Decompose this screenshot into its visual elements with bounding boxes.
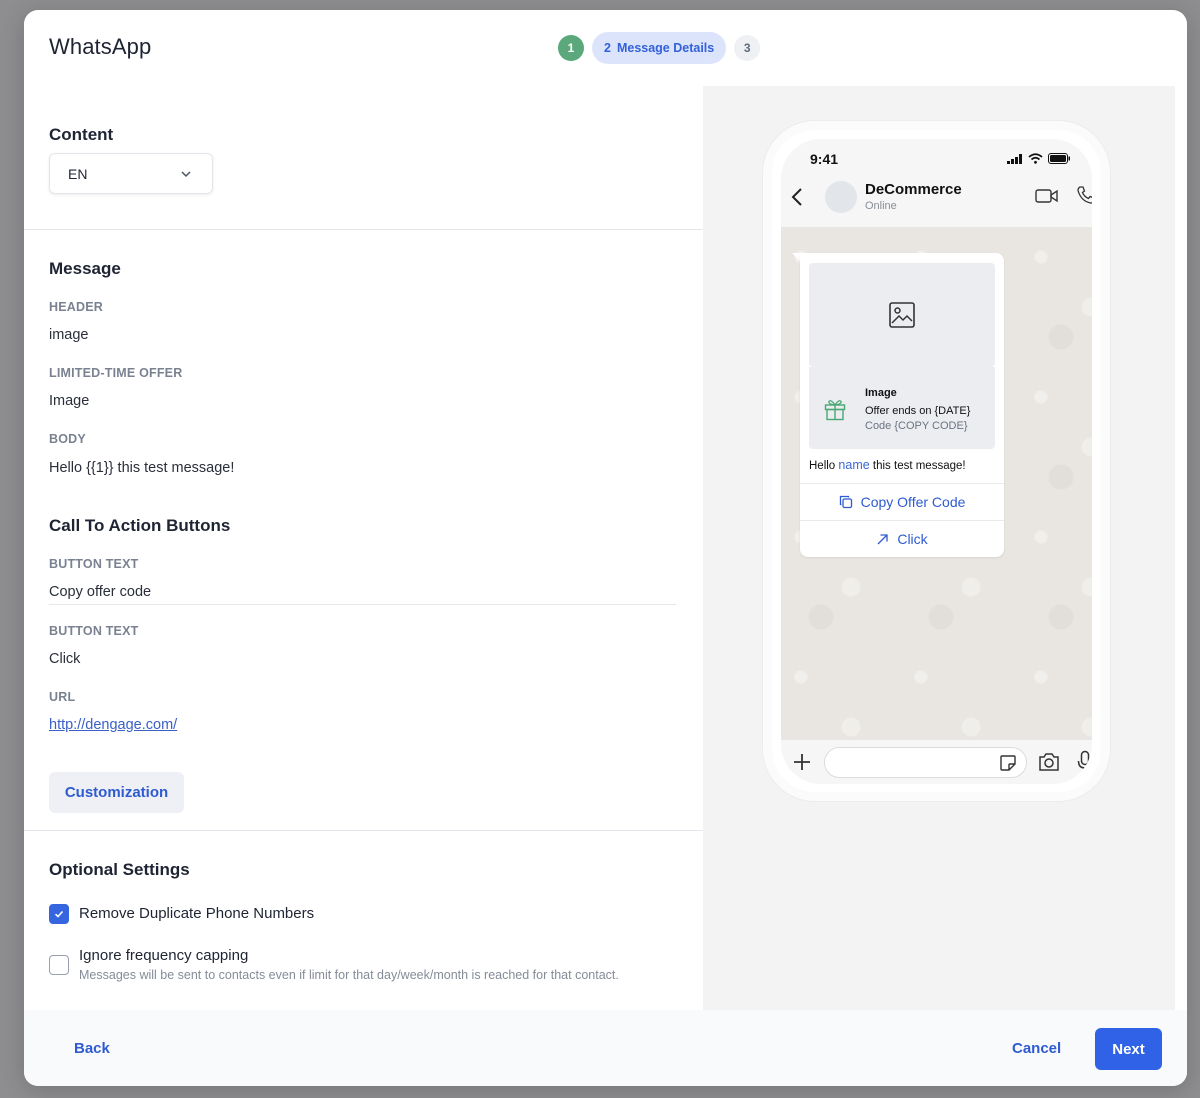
phone-mockup: 9:41 DeCommerce Online Image Offer ends … [763,121,1110,801]
phone-screen: 9:41 DeCommerce Online Image Offer ends … [781,139,1092,784]
step-3-number: 3 [743,41,751,55]
ignore-capping-description: Messages will be sent to contacts even i… [79,968,619,982]
signal-icon [1007,153,1022,164]
url-value: http://dengage.com/ [49,717,177,733]
divider [49,604,676,605]
optional-title: Optional Settings [49,860,190,879]
form-panel: Content EN Message HEADER image LIMITED-… [24,86,703,1010]
body-label: BODY [49,432,86,446]
header-value: image [49,327,89,343]
button-text-label-1: BUTTON TEXT [49,557,139,571]
language-select[interactable]: EN [49,153,213,194]
copy-offer-code-label: Copy Offer Code [860,494,966,510]
step-1[interactable]: 1 [558,35,584,61]
ignore-capping-row: Ignore frequency capping Messages will b… [49,947,619,982]
ignore-capping-checkbox[interactable] [49,955,69,975]
status-bar: 9:41 [781,139,1092,179]
chat-header: DeCommerce Online [781,179,1092,227]
contact-status: Online [865,200,897,212]
chat-input-bar [781,739,1092,784]
cancel-button[interactable]: Cancel [1012,1040,1061,1057]
remove-duplicates-row: Remove Duplicate Phone Numbers [49,904,314,924]
customization-button[interactable]: Customization [49,772,184,813]
body-value: Hello {{1}} this test message! [49,460,235,476]
url-label: URL [49,690,76,704]
limited-offer-box: Image Offer ends on {DATE} Code {COPY CO… [809,367,995,449]
battery-icon [1048,153,1070,164]
external-link-icon [877,533,888,544]
phone-call-icon[interactable] [1076,185,1092,205]
stepper: 1 2 Message Details 3 [558,32,761,64]
step-2-message-details[interactable]: 2 Message Details [592,32,727,64]
back-chevron-icon[interactable] [791,187,803,207]
offer-value: Image [49,393,90,409]
click-url-button[interactable]: Click [800,521,1004,557]
message-bubble: Image Offer ends on {DATE} Code {COPY CO… [800,253,1004,557]
button-text-label-2: BUTTON TEXT [49,624,139,638]
offer-code: Code {COPY CODE} [865,420,968,432]
gift-icon [824,400,846,421]
url-link[interactable]: http://dengage.com/ [49,717,177,733]
step-1-number: 1 [567,41,575,55]
step-2-number: 2 [604,41,611,55]
content-title: Content [49,125,114,144]
wifi-icon [1028,153,1043,164]
click-label: Click [897,531,928,547]
message-title: Message [49,259,121,278]
copy-offer-code-button[interactable]: Copy Offer Code [800,484,1004,520]
cta-title: Call To Action Buttons [49,516,231,535]
status-time: 9:41 [810,151,839,167]
microphone-icon[interactable] [1077,750,1092,774]
language-select-value: EN [68,165,88,182]
step-2-label: Message Details [616,41,715,55]
sticker-icon [1000,755,1016,771]
camera-icon[interactable] [1038,752,1060,772]
image-icon [889,302,915,328]
chat-wallpaper: Image Offer ends on {DATE} Code {COPY CO… [781,227,1092,739]
video-call-icon[interactable] [1035,188,1059,204]
divider [24,830,703,831]
next-button[interactable]: Next [1095,1028,1162,1070]
modal-header: WhatsApp 1 2 Message Details 3 [24,10,1187,86]
preview-panel: 9:41 DeCommerce Online Image Offer ends … [703,86,1175,1010]
body-variable: name [838,458,870,472]
whatsapp-modal: WhatsApp 1 2 Message Details 3 Content E… [24,10,1187,1086]
message-input[interactable] [824,747,1027,778]
plus-icon[interactable] [792,752,812,772]
status-icons [1007,153,1070,164]
contact-name: DeCommerce [865,181,962,198]
offer-label: LIMITED-TIME OFFER [49,366,183,380]
header-image-placeholder [809,263,995,367]
offer-ends: Offer ends on {DATE} [865,405,971,417]
bubble-body-text: Hello name this test message! [809,458,966,472]
avatar [825,181,857,213]
step-3[interactable]: 3 [734,35,761,61]
modal-title: WhatsApp [49,34,152,59]
body-prefix: Hello [809,460,836,472]
button-text-value-2: Click [49,651,81,667]
remove-duplicates-label: Remove Duplicate Phone Numbers [79,905,315,922]
modal-footer: Back Cancel Next [24,1010,1187,1086]
copy-icon [839,495,852,509]
checkmark-icon [54,910,64,918]
button-text-value-1: Copy offer code [49,584,152,600]
divider [24,229,703,230]
remove-duplicates-checkbox[interactable] [49,904,69,924]
header-label: HEADER [49,300,103,314]
ignore-capping-label: Ignore frequency capping [79,947,249,964]
body-suffix: this test message! [872,460,966,472]
chevron-down-icon [180,167,192,183]
offer-title: Image [865,387,897,399]
back-button[interactable]: Back [74,1040,110,1057]
